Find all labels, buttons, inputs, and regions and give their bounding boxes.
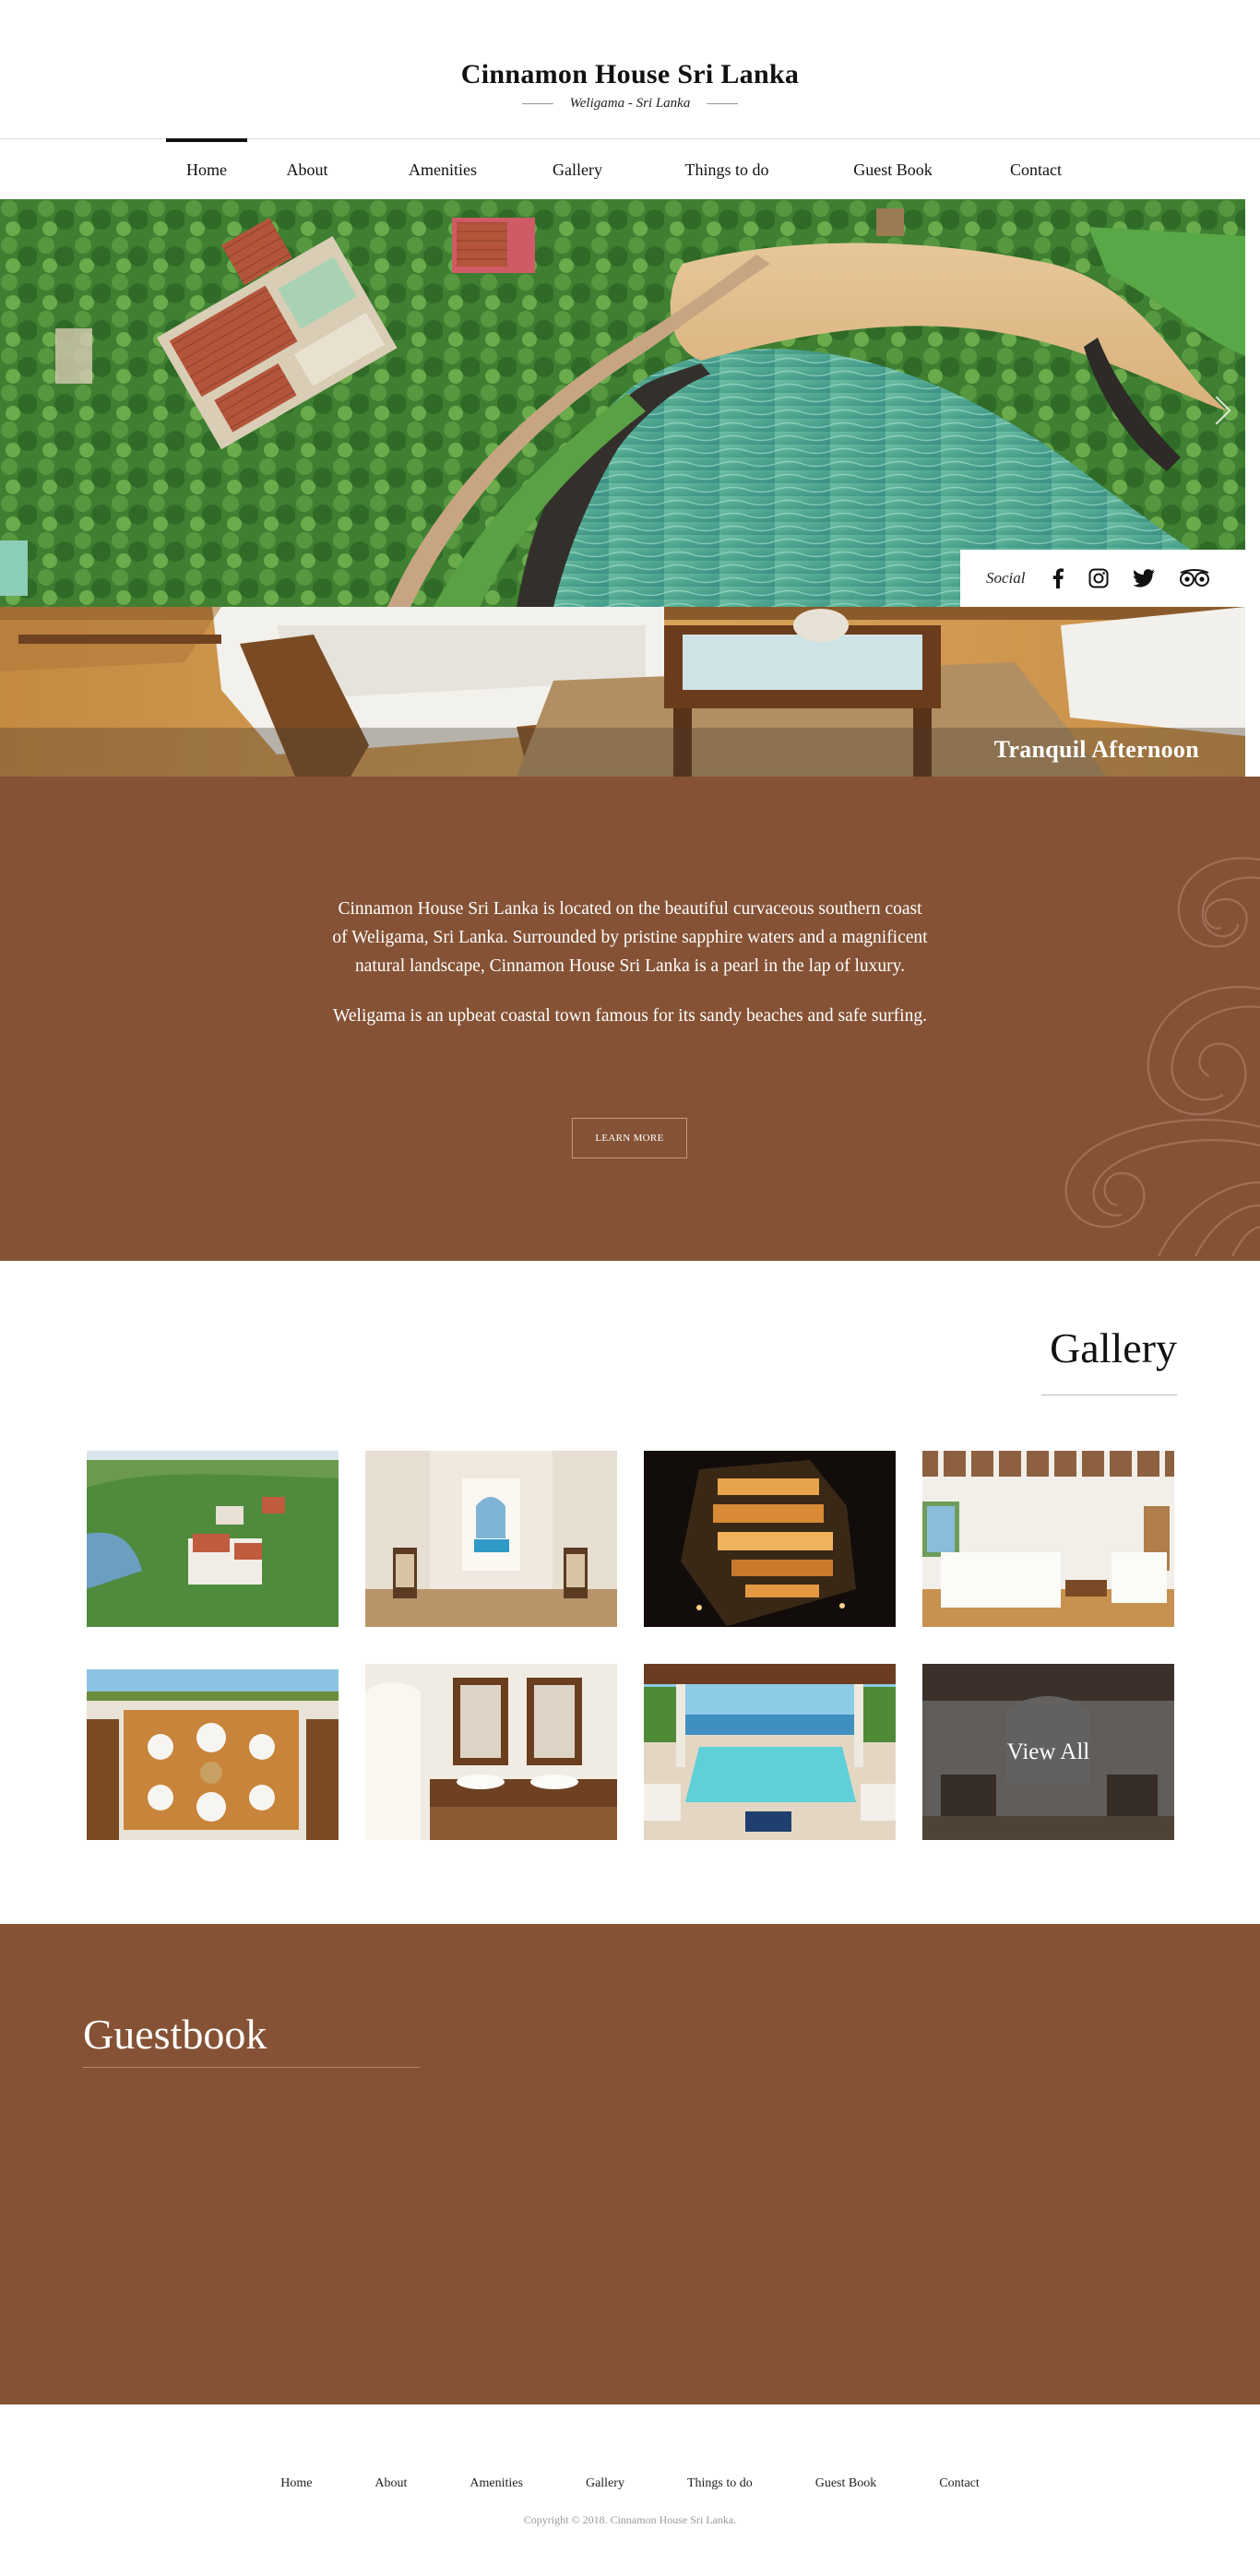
gallery-thumb-hallway[interactable] — [365, 1451, 617, 1627]
site-footer: Home About Amenities Gallery Things to d… — [0, 2404, 1260, 2554]
view-all-label[interactable]: View All — [1007, 1739, 1089, 1765]
divider-left — [521, 103, 553, 104]
decorative-swirl — [1064, 857, 1260, 1256]
nav-item-about[interactable]: About — [247, 139, 367, 200]
gallery-thumb-bathroom[interactable] — [365, 1664, 617, 1840]
about-paragraph-2: Weligama is an upbeat coastal town famou… — [333, 1006, 927, 1026]
tripadvisor-icon[interactable] — [1179, 569, 1210, 588]
about-section: Cinnamon House Sri Lanka is located on t… — [0, 777, 1260, 1261]
gallery-thumb-pool[interactable] — [644, 1664, 896, 1840]
gallery-title: Gallery — [1050, 1324, 1177, 1371]
gallery-thumb-night-villa[interactable] — [644, 1451, 896, 1627]
nav-item-gallery[interactable]: Gallery — [518, 139, 636, 200]
site-subtitle: Weligama - Sri Lanka — [569, 96, 691, 111]
nav-item-home[interactable]: Home — [166, 138, 247, 200]
social-box: Social — [960, 550, 1245, 607]
footer-nav: Home About Amenities Gallery Things to d… — [0, 2476, 1260, 2491]
guestbook-section: Guestbook — [0, 1924, 1260, 2404]
social-label: Social — [986, 569, 1026, 587]
guestbook-title: Guestbook — [83, 2011, 267, 2058]
hero-caption: Tranquil Afternoon — [993, 736, 1199, 763]
hero-slider[interactable]: Tranquil Afternoon Social — [0, 199, 1245, 777]
view-all-overlay: View All — [922, 1664, 1174, 1840]
about-paragraph-1: Cinnamon House Sri Lanka is located on t… — [332, 899, 928, 976]
copyright-text: Copyright © 2018. Cinnamon House Sri Lan… — [523, 2513, 737, 2526]
facebook-icon[interactable] — [1052, 568, 1064, 588]
nav-item-amenities[interactable]: Amenities — [367, 139, 518, 200]
site-header: Cinnamon House Sri Lanka Weligama - Sri … — [0, 0, 1260, 138]
twitter-icon[interactable] — [1132, 569, 1155, 588]
gallery-view-all-tile[interactable]: View All — [922, 1664, 1174, 1840]
hero-aerial-image — [0, 199, 1245, 607]
night-villa-image — [644, 1451, 896, 1627]
nav-list: Home About Amenities Gallery Things to d… — [166, 138, 1103, 200]
aerial-villa-image — [87, 1451, 339, 1627]
hallway-image — [365, 1451, 617, 1627]
footer-link-about[interactable]: About — [374, 2476, 407, 2491]
nav-item-contact[interactable]: Contact — [969, 139, 1103, 200]
gallery-thumb-dining[interactable] — [87, 1664, 339, 1840]
nav-item-guest-book[interactable]: Guest Book — [817, 139, 969, 200]
dining-image — [87, 1664, 339, 1840]
site-title[interactable]: Cinnamon House Sri Lanka — [0, 59, 1260, 90]
footer-link-amenities[interactable]: Amenities — [470, 2476, 523, 2491]
site-subtitle-row: Weligama - Sri Lanka — [0, 96, 1260, 112]
main-nav: Home About Amenities Gallery Things to d… — [0, 138, 1260, 199]
learn-more-button[interactable]: LEARN MORE — [572, 1118, 687, 1158]
footer-link-gallery[interactable]: Gallery — [586, 2476, 624, 2491]
footer-link-home[interactable]: Home — [280, 2476, 312, 2491]
gallery-thumb-aerial-villa[interactable] — [87, 1451, 339, 1627]
bathroom-image — [365, 1664, 617, 1840]
gallery-thumb-living-room[interactable] — [922, 1451, 1174, 1627]
footer-link-contact[interactable]: Contact — [939, 2476, 980, 2491]
footer-link-guest-book[interactable]: Guest Book — [815, 2476, 877, 2491]
nav-item-things-to-do[interactable]: Things to do — [636, 139, 817, 200]
instagram-icon[interactable] — [1088, 568, 1109, 588]
about-text: Cinnamon House Sri Lanka is located on t… — [332, 895, 928, 1030]
footer-link-things-to-do[interactable]: Things to do — [687, 2476, 753, 2491]
guestbook-title-rule — [83, 2067, 420, 2068]
living-room-image — [922, 1451, 1174, 1627]
pool-image — [644, 1664, 896, 1840]
gallery-section: Gallery View All — [0, 1261, 1260, 1924]
divider-right — [707, 103, 739, 104]
